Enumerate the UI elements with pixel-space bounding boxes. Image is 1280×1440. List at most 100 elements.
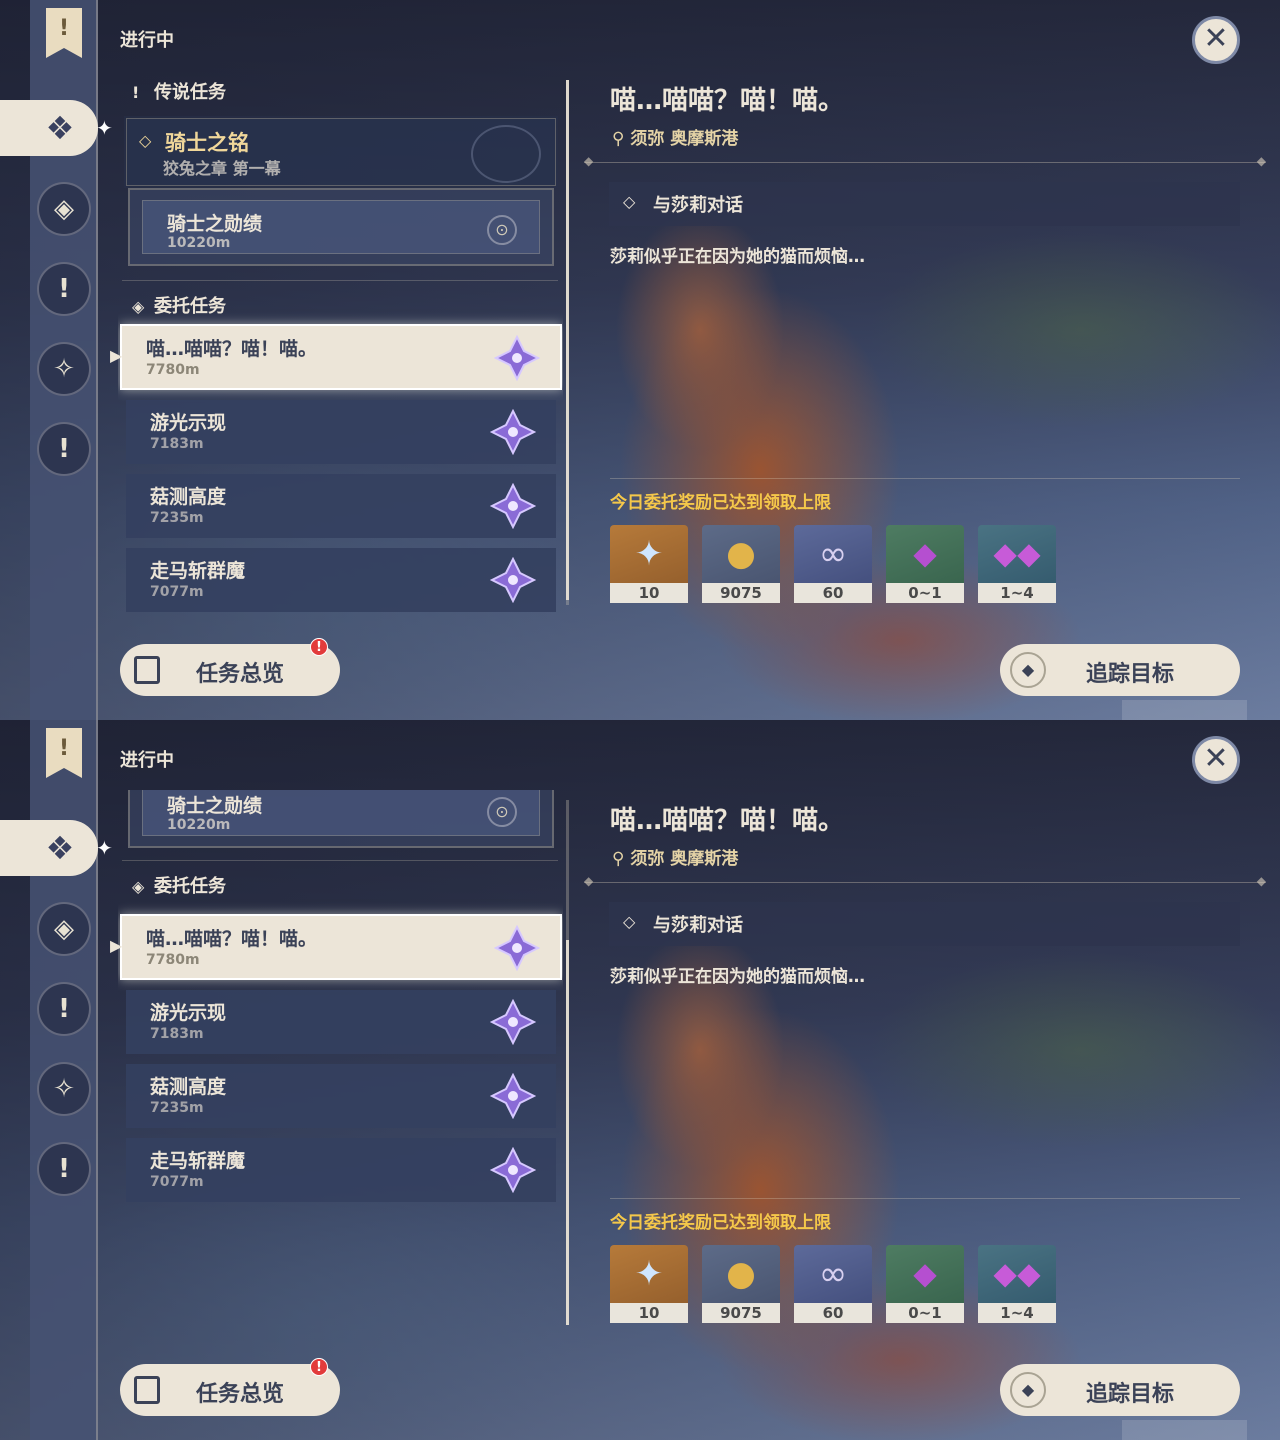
quest-list-scrollbar[interactable] xyxy=(566,80,569,605)
reward-crystal-cluster[interactable]: ⬥⬥ 1~4 xyxy=(978,525,1056,603)
legend-step-card[interactable]: 骑士之勋绩 10220m ⊙ xyxy=(128,188,554,266)
mora-icon: ● xyxy=(726,1254,756,1294)
commission-section-icon: ◈ xyxy=(132,877,145,896)
primogem-icon: ✦ xyxy=(634,534,664,574)
status-title: 进行中 xyxy=(120,30,174,51)
section-commission-header: ◈ 委托任务 xyxy=(132,876,226,897)
quest-screen-bottom: ! ◈ ! ✧ ! ❖ ✦ 进行中 骑士之勋绩 10220m ⊙ ◈ 委托任务 喵… xyxy=(0,720,1280,1440)
commission-item[interactable]: 游光示现 7183m xyxy=(126,400,556,464)
detail-description: 莎莉似乎正在因为她的猫而烦恼… xyxy=(610,247,865,267)
commission-star-icon xyxy=(490,483,536,529)
quest-list[interactable]: 骑士之勋绩 10220m ⊙ ◈ 委托任务 喵…喵喵？喵！喵。 7780m 游光示… xyxy=(118,790,563,1350)
quest-overview-button[interactable]: 任务总览 ! xyxy=(120,638,340,696)
map-pin-icon[interactable]: ⊙ xyxy=(487,215,517,245)
status-title: 进行中 xyxy=(120,750,174,771)
story-quest-icon[interactable]: ! xyxy=(37,262,91,316)
reward-primogem[interactable]: ✦ 10 xyxy=(610,1245,688,1323)
commission-category-icon[interactable]: ✧ xyxy=(37,1062,91,1116)
quest-list-scrollbar[interactable] xyxy=(566,800,569,1325)
detail-divider xyxy=(584,154,1266,168)
step-title: 骑士之勋绩 xyxy=(167,213,263,235)
commission-distance: 7077m xyxy=(150,1174,204,1190)
reward-crystal-cluster[interactable]: ⬥⬥ 1~4 xyxy=(978,1245,1056,1323)
section-commission-header: ◈ 委托任务 xyxy=(132,296,226,317)
commission-star-icon xyxy=(490,409,536,455)
commission-item[interactable]: 走马斩群魔 7077m xyxy=(126,1138,556,1202)
reward-companionship[interactable]: ∞ 60 xyxy=(794,1245,872,1323)
reward-crystal-ore[interactable]: ⬥ 0~1 xyxy=(886,1245,964,1323)
reward-crystal-ore[interactable]: ⬥ 0~1 xyxy=(886,525,964,603)
archon-quest-icon[interactable]: ◈ xyxy=(37,902,91,956)
map-pin-icon[interactable]: ⊙ xyxy=(487,797,517,827)
tab-all-quests[interactable]: ❖ xyxy=(0,820,98,876)
reward-mora[interactable]: ● 9075 xyxy=(702,1245,780,1323)
commission-item[interactable]: 菇测高度 7235m xyxy=(126,1064,556,1128)
commission-item-selected[interactable]: 喵…喵喵？喵！喵。 7780m xyxy=(120,914,562,980)
commission-star-icon xyxy=(490,1073,536,1119)
close-button[interactable]: ✕ xyxy=(1192,16,1240,64)
commission-distance: 7183m xyxy=(150,1026,204,1042)
objective-bar: ◇ 与莎莉对话 xyxy=(609,902,1240,946)
crystal-cluster-icon: ⬥⬥ xyxy=(993,534,1041,574)
commission-title: 游光示现 xyxy=(150,1002,227,1024)
commission-item[interactable]: 游光示现 7183m xyxy=(126,990,556,1054)
commission-star-icon xyxy=(490,1147,536,1193)
objective-text: 与莎莉对话 xyxy=(653,195,743,216)
mora-icon: ● xyxy=(726,534,756,574)
detail-description: 莎莉似乎正在因为她的猫而烦恼… xyxy=(610,967,865,987)
all-quests-icon: ❖ xyxy=(45,829,75,867)
companionship-exp-icon: ∞ xyxy=(818,534,848,574)
archon-quest-icon[interactable]: ◈ xyxy=(37,182,91,236)
track-target-button[interactable]: ◆ 追踪目标 xyxy=(1000,644,1240,696)
notification-badge: ! xyxy=(310,1358,328,1376)
legend-quest-icon: ! xyxy=(132,83,140,102)
reward-primogem[interactable]: ✦ 10 xyxy=(610,525,688,603)
detail-location: ⚲ 须弥 奥摩斯港 xyxy=(612,849,739,869)
section-divider xyxy=(122,280,558,281)
legend-quest-title: 骑士之铭 xyxy=(165,131,249,155)
quest-overview-button[interactable]: 任务总览 ! xyxy=(120,1358,340,1416)
commission-distance: 7780m xyxy=(146,362,200,378)
track-target-button[interactable]: ◆ 追踪目标 xyxy=(1000,1364,1240,1416)
commission-item-selected[interactable]: 喵…喵喵？喵！喵。 7780m xyxy=(120,324,562,390)
reward-limit-note: 今日委托奖励已达到领取上限 xyxy=(610,493,831,513)
notification-badge: ! xyxy=(310,638,328,656)
reward-companionship[interactable]: ∞ 60 xyxy=(794,525,872,603)
step-title: 骑士之勋绩 xyxy=(167,795,263,817)
detail-location: ⚲ 须弥 奥摩斯港 xyxy=(612,129,739,149)
document-icon xyxy=(134,1376,160,1404)
reward-mora[interactable]: ● 9075 xyxy=(702,525,780,603)
quest-banner-icon: ! xyxy=(46,8,82,58)
crystal-ore-icon: ⬥ xyxy=(913,534,937,574)
sparkle-icon: ✦ xyxy=(96,116,113,140)
world-quest-icon[interactable]: ! xyxy=(37,1142,91,1196)
reward-limit-note: 今日委托奖励已达到领取上限 xyxy=(610,1213,831,1233)
objective-marker-icon: ◇ xyxy=(623,192,636,211)
section-legend-header: ! 传说任务 xyxy=(132,82,226,103)
step-distance: 10220m xyxy=(167,235,231,251)
legend-step-card[interactable]: 骑士之勋绩 10220m ⊙ xyxy=(128,790,554,848)
selection-arrow-icon: ▶ xyxy=(110,346,123,365)
commission-distance: 7183m xyxy=(150,436,204,452)
quest-screen-top: ! ◈ ! ✧ ! ❖ ✦ 进行中 ! 传说任务 ◇ 骑士之铭 狡兔之章 第一幕 … xyxy=(0,0,1280,720)
commission-title: 走马斩群魔 xyxy=(150,1150,246,1172)
commission-item[interactable]: 菇测高度 7235m xyxy=(126,474,556,538)
reward-divider xyxy=(610,1198,1240,1199)
selection-arrow-icon: ▶ xyxy=(110,936,123,955)
close-button[interactable]: ✕ xyxy=(1192,736,1240,784)
track-diamond-icon: ◆ xyxy=(1010,652,1046,688)
legend-quest-card[interactable]: ◇ 骑士之铭 狡兔之章 第一幕 xyxy=(126,118,556,186)
section-divider xyxy=(122,860,558,861)
detail-title: 喵…喵喵？喵！喵。 xyxy=(610,806,845,836)
sparkle-icon: ✦ xyxy=(96,836,113,860)
objective-marker-icon: ◇ xyxy=(623,912,636,931)
commission-distance: 7780m xyxy=(146,952,200,968)
crystal-cluster-icon: ⬥⬥ xyxy=(993,1254,1041,1294)
world-quest-icon[interactable]: ! xyxy=(37,422,91,476)
commission-item[interactable]: 走马斩群魔 7077m xyxy=(126,548,556,612)
tab-all-quests[interactable]: ❖ xyxy=(0,100,98,156)
quest-list[interactable]: ! 传说任务 ◇ 骑士之铭 狡兔之章 第一幕 骑士之勋绩 10220m ⊙ ◈ 委托… xyxy=(118,70,563,630)
step-distance: 10220m xyxy=(167,817,231,833)
story-quest-icon[interactable]: ! xyxy=(37,982,91,1036)
commission-category-icon[interactable]: ✧ xyxy=(37,342,91,396)
